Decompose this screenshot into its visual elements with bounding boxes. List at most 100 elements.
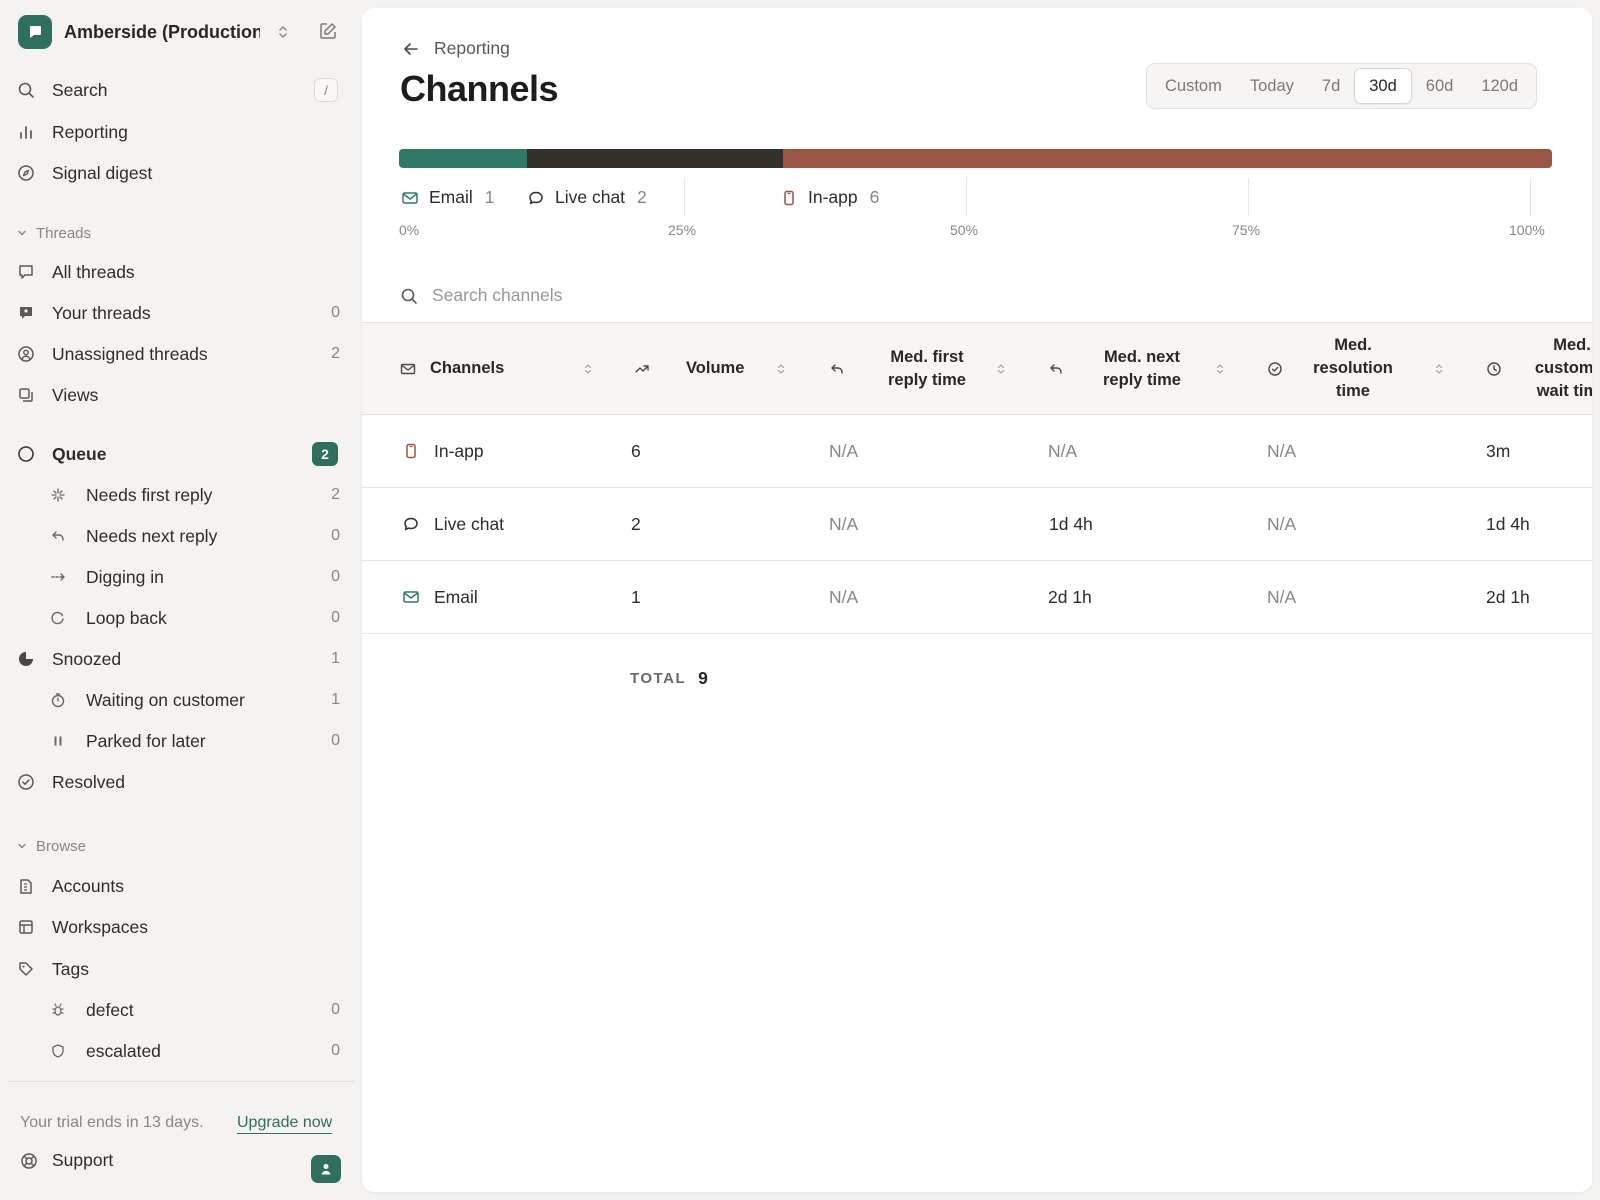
- tick-label-50: 50%: [950, 222, 979, 238]
- sidebar-item-tag-defect[interactable]: defect 0: [12, 992, 348, 1028]
- column-label: Med. resolution time: [1313, 336, 1393, 400]
- trending-up-icon: [634, 361, 650, 377]
- sidebar-item-queue[interactable]: Queue 2: [12, 436, 348, 472]
- sort-icon[interactable]: [996, 362, 1006, 376]
- item-count: 0: [331, 1042, 340, 1059]
- legend-in-app: In-app 6: [780, 187, 879, 208]
- column-header-next-reply[interactable]: Med. next reply time: [1048, 323, 1248, 414]
- chat-square-icon: [12, 263, 40, 281]
- views-icon: [12, 386, 40, 404]
- column-header-resolution[interactable]: Med. resolution time: [1267, 323, 1467, 414]
- range-30d[interactable]: 30d: [1354, 68, 1412, 104]
- table-row[interactable]: In-app 6 N/A N/A N/A 3m: [362, 415, 1592, 488]
- next-reply-cell: N/A: [1048, 440, 1078, 461]
- column-header-customer-wait[interactable]: Med. customer wait time: [1486, 323, 1592, 414]
- bar-segment-in-app: [783, 149, 1552, 168]
- sidebar-item-snoozed[interactable]: Snoozed 1: [12, 641, 348, 677]
- threads-section-header[interactable]: Threads: [16, 221, 91, 245]
- sidebar-item-signal-digest[interactable]: Signal digest: [12, 155, 348, 191]
- item-count: 2: [331, 345, 340, 362]
- sidebar-item-tags[interactable]: Tags: [12, 951, 348, 987]
- sidebar-item-loop-back[interactable]: Loop back 0: [12, 600, 348, 636]
- item-count: 0: [331, 1001, 340, 1018]
- sidebar-item-label: Digging in: [86, 566, 164, 587]
- item-count: 0: [331, 609, 340, 626]
- breadcrumb[interactable]: Reporting: [402, 38, 510, 59]
- sidebar-item-label: Waiting on customer: [86, 689, 245, 710]
- check-circle-icon: [1267, 361, 1283, 377]
- next-reply-cell: 2d 1h: [1048, 586, 1092, 607]
- table-row[interactable]: Live chat 2 N/A 1d 4h N/A 1d 4h: [362, 488, 1592, 561]
- sort-icon[interactable]: [1434, 362, 1444, 376]
- resolution-cell: N/A: [1267, 440, 1297, 461]
- range-today[interactable]: Today: [1236, 68, 1308, 104]
- mail-icon: [400, 361, 416, 377]
- chat-logo-icon: [29, 26, 41, 38]
- sidebar-item-views[interactable]: Views: [12, 377, 348, 413]
- sidebar-item-resolved[interactable]: Resolved: [12, 764, 348, 800]
- breadcrumb-label: Reporting: [434, 38, 510, 58]
- mail-icon: [402, 588, 420, 606]
- sidebar-item-search[interactable]: Search /: [12, 72, 348, 108]
- column-header-first-reply[interactable]: Med. first reply time: [829, 323, 1029, 414]
- total-label: TOTAL: [630, 670, 687, 687]
- building-icon: [12, 877, 40, 895]
- sidebar-item-label: Snoozed: [52, 648, 122, 669]
- range-custom[interactable]: Custom: [1151, 68, 1236, 104]
- channel-cell: In-app: [402, 415, 484, 487]
- workspace-name: Amberside (Production): [64, 21, 260, 42]
- user-chat-icon: [12, 304, 40, 322]
- sidebar-item-tag-escalated[interactable]: escalated 0: [12, 1033, 348, 1069]
- tick-line-75: [1248, 178, 1249, 216]
- sidebar-item-parked-for-later[interactable]: Parked for later 0: [12, 723, 348, 759]
- layout-icon: [12, 918, 40, 936]
- sort-icon[interactable]: [776, 362, 786, 376]
- sidebar-item-label: Unassigned threads: [52, 343, 208, 364]
- sidebar-item-workspaces[interactable]: Workspaces: [12, 909, 348, 945]
- column-header-volume[interactable]: Volume: [634, 323, 786, 414]
- column-header-channels[interactable]: Channels: [400, 323, 593, 414]
- next-reply-cell: 1d 4h: [1049, 513, 1093, 534]
- channel-name: In-app: [434, 440, 484, 461]
- sidebar-item-your-threads[interactable]: Your threads 0: [12, 295, 348, 331]
- sidebar-item-label: Needs first reply: [86, 484, 213, 505]
- browse-section-header[interactable]: Browse: [16, 834, 86, 858]
- sidebar-item-label: Reporting: [52, 121, 128, 142]
- range-120d[interactable]: 120d: [1467, 68, 1532, 104]
- lifebuoy-icon: [20, 1152, 38, 1170]
- sidebar-item-digging-in[interactable]: Digging in 0: [12, 559, 348, 595]
- avatar[interactable]: [311, 1155, 341, 1183]
- sidebar-item-label: Loop back: [86, 607, 167, 628]
- upgrade-link[interactable]: Upgrade now: [237, 1114, 333, 1134]
- moon-icon: [12, 650, 40, 668]
- compose-icon[interactable]: [318, 21, 338, 41]
- channel-name: Email: [434, 586, 478, 607]
- phone-icon: [402, 442, 420, 460]
- range-7d[interactable]: 7d: [1308, 68, 1354, 104]
- sidebar-item-label: defect: [86, 999, 134, 1020]
- chevron-up-down-icon[interactable]: [276, 24, 290, 40]
- sort-icon[interactable]: [1215, 362, 1225, 376]
- search-channels-input[interactable]: [432, 285, 932, 306]
- sidebar-item-waiting-on-customer[interactable]: Waiting on customer 1: [12, 682, 348, 718]
- range-60d[interactable]: 60d: [1412, 68, 1468, 104]
- sidebar-item-reporting[interactable]: Reporting: [12, 114, 348, 150]
- chevron-down-icon: [16, 840, 28, 852]
- workspace-switcher[interactable]: Amberside (Production): [18, 14, 340, 50]
- sidebar-item-needs-next-reply[interactable]: Needs next reply 0: [12, 518, 348, 554]
- bug-icon: [44, 1002, 72, 1018]
- sidebar-item-accounts[interactable]: Accounts: [12, 868, 348, 904]
- sort-icon[interactable]: [583, 362, 593, 376]
- support-button[interactable]: Support: [20, 1150, 113, 1171]
- chevron-down-icon: [16, 227, 28, 239]
- tick-line-100: [1530, 178, 1531, 216]
- column-label: Med. customer wait time: [1534, 336, 1592, 400]
- table-row[interactable]: Email 1 N/A 2d 1h N/A 2d 1h: [362, 561, 1592, 634]
- column-label: Med. first reply time: [888, 347, 966, 389]
- sidebar-item-label: All threads: [52, 261, 135, 282]
- sidebar-item-unassigned-threads[interactable]: Unassigned threads 2: [12, 336, 348, 372]
- sidebar-item-needs-first-reply[interactable]: Needs first reply 2: [12, 477, 348, 513]
- arrow-left-icon[interactable]: [402, 40, 420, 58]
- sidebar-item-all-threads[interactable]: All threads: [12, 254, 348, 290]
- channel-cell: Live chat: [402, 488, 504, 560]
